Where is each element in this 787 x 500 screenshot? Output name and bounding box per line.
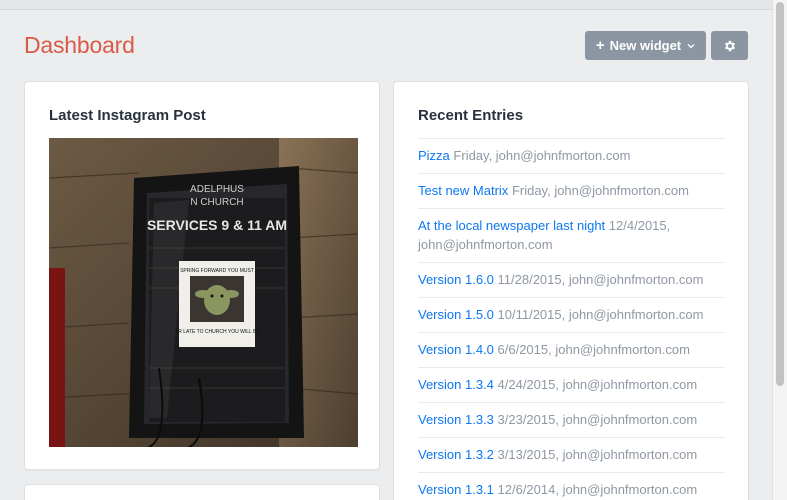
svg-text:N CHURCH: N CHURCH xyxy=(190,197,243,208)
entry-link[interactable]: Pizza xyxy=(418,148,450,163)
svg-text:OR LATE TO CHURCH YOU WILL BE: OR LATE TO CHURCH YOU WILL BE xyxy=(174,329,260,335)
list-item: Version 1.5.0 10/11/2015, john@johnfmort… xyxy=(418,297,725,332)
svg-text:ADELPHUS: ADELPHUS xyxy=(190,184,244,195)
widget-title: Recent Entries xyxy=(418,107,524,124)
entry-meta: 4/24/2015, john@johnfmorton.com xyxy=(497,377,698,392)
recent-entries-widget: Recent Entries Pizza Friday, john@johnfm… xyxy=(393,81,749,500)
widget-title: Latest Instagram Post xyxy=(49,107,206,124)
list-item: Version 1.3.2 3/13/2015, john@johnfmorto… xyxy=(418,437,725,472)
entry-meta: 3/13/2015, john@johnfmorton.com xyxy=(497,447,698,462)
entry-link[interactable]: Version 1.4.0 xyxy=(418,342,494,357)
list-item: At the local newspaper last night 12/4/2… xyxy=(418,208,725,262)
widget-card xyxy=(24,484,380,500)
entries-list: Pizza Friday, john@johnfmorton.com Test … xyxy=(418,138,725,500)
gear-icon xyxy=(724,40,735,51)
list-item: Version 1.6.0 11/28/2015, john@johnfmort… xyxy=(418,262,725,297)
new-widget-label: New widget xyxy=(609,38,682,53)
entry-meta: 10/11/2015, john@johnfmorton.com xyxy=(497,307,704,322)
list-item: Version 1.4.0 6/6/2015, john@johnfmorton… xyxy=(418,332,725,367)
entry-meta: 12/6/2014, john@johnfmorton.com xyxy=(497,482,698,497)
entry-link[interactable]: Version 1.3.2 xyxy=(418,447,494,462)
settings-button[interactable] xyxy=(711,31,748,60)
page-title: Dashboard xyxy=(24,32,135,58)
entry-meta: 11/28/2015, john@johnfmorton.com xyxy=(497,272,704,287)
top-bar xyxy=(0,0,772,10)
scrollbar-thumb[interactable] xyxy=(776,2,784,386)
entry-meta: 6/6/2015, john@johnfmorton.com xyxy=(497,342,690,357)
chevron-down-icon xyxy=(687,41,695,51)
entry-link[interactable]: Version 1.6.0 xyxy=(418,272,494,287)
entry-meta: 3/23/2015, john@johnfmorton.com xyxy=(497,412,698,427)
entry-link[interactable]: Version 1.5.0 xyxy=(418,307,494,322)
list-item: Test new Matrix Friday, john@johnfmorton… xyxy=(418,173,725,208)
instagram-widget: Latest Instagram Post ADELPHUS N CHURCH … xyxy=(24,81,380,470)
church-sign-photo: ADELPHUS N CHURCH SERVICES 9 & 11 AM SPR… xyxy=(49,138,358,447)
entry-meta: Friday, john@johnfmorton.com xyxy=(511,183,689,198)
entry-link[interactable]: Version 1.3.4 xyxy=(418,377,494,392)
list-item: Pizza Friday, john@johnfmorton.com xyxy=(418,138,725,173)
svg-text:SPRING FORWARD YOU MUST: SPRING FORWARD YOU MUST xyxy=(180,268,254,274)
new-widget-button[interactable]: + New widget xyxy=(585,31,706,60)
entry-link[interactable]: Version 1.3.3 xyxy=(418,412,494,427)
entry-link[interactable]: Test new Matrix xyxy=(418,183,508,198)
list-item: Version 1.3.3 3/23/2015, john@johnfmorto… xyxy=(418,402,725,437)
entry-link[interactable]: Version 1.3.1 xyxy=(418,482,494,497)
list-item: Version 1.3.1 12/6/2014, john@johnfmorto… xyxy=(418,472,725,500)
entry-link[interactable]: At the local newspaper last night xyxy=(418,218,605,233)
instagram-photo[interactable]: ADELPHUS N CHURCH SERVICES 9 & 11 AM SPR… xyxy=(49,138,358,447)
scrollbar[interactable] xyxy=(772,0,787,500)
plus-icon: + xyxy=(595,37,605,54)
list-item: Version 1.3.4 4/24/2015, john@johnfmorto… xyxy=(418,367,725,402)
entry-meta: Friday, john@johnfmorton.com xyxy=(453,148,631,163)
